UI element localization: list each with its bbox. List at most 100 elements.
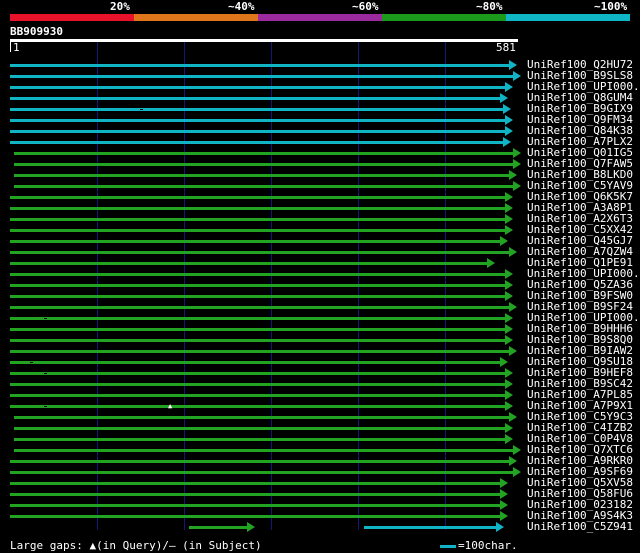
- hit-arrow-icon: [504, 423, 513, 433]
- hit-arrow-icon: [504, 115, 513, 125]
- scale-label-20: 20%: [110, 0, 130, 13]
- hit-row[interactable]: UniRef100_C5Z941: [0, 521, 640, 533]
- hit-arrow-icon: [487, 258, 496, 268]
- scale-label-80: ~80%: [476, 0, 503, 13]
- hit-alignment-bar[interactable]: [14, 427, 506, 430]
- hit-arrow-icon: [513, 181, 522, 191]
- hit-alignment-bar[interactable]: [14, 174, 511, 177]
- subject-gap-mark: [44, 406, 47, 407]
- hit-arrow-icon: [500, 236, 509, 246]
- hit-arrow-icon: [503, 104, 511, 114]
- hit-alignment-bar[interactable]: [14, 163, 515, 166]
- hit-arrow-icon: [509, 247, 518, 257]
- hit-alignment-bar[interactable]: [10, 372, 506, 375]
- hit-arrow-icon: [509, 60, 518, 70]
- hit-arrow-icon: [503, 137, 511, 147]
- hit-alignment-bar[interactable]: [10, 471, 515, 474]
- query-end-label: 581: [496, 41, 516, 54]
- hit-arrow-icon: [504, 379, 513, 389]
- hit-alignment-bar[interactable]: [10, 394, 506, 397]
- hit-alignment-bar[interactable]: [10, 350, 511, 353]
- hit-arrow-icon: [513, 71, 522, 81]
- subject-gap-mark: [140, 109, 143, 110]
- hit-arrow-icon: [513, 159, 522, 169]
- hit-arrow-icon: [513, 148, 522, 158]
- hit-arrow-icon: [500, 489, 509, 499]
- hit-alignment-bar[interactable]: [10, 515, 502, 518]
- hit-alignment-bar[interactable]: [10, 64, 511, 67]
- hit-arrow-icon: [246, 522, 255, 532]
- hit-alignment-bar[interactable]: [10, 460, 511, 463]
- scale-legend-text: =100char.: [458, 539, 518, 552]
- hit-alignment-bar[interactable]: [364, 526, 497, 529]
- hit-arrow-icon: [504, 368, 513, 378]
- hit-arrow-icon: [504, 126, 513, 136]
- hit-alignment-bar[interactable]: [14, 185, 515, 188]
- scale-label-100: ~100%: [594, 0, 628, 13]
- hit-alignment-bar[interactable]: [10, 328, 506, 331]
- hit-alignment-bar[interactable]: [10, 284, 506, 287]
- hit-alignment-bar[interactable]: [10, 482, 502, 485]
- hit-alignment-bar[interactable]: [10, 75, 515, 78]
- hit-arrow-icon: [500, 93, 509, 103]
- hit-alignment-bar[interactable]: [14, 438, 506, 441]
- hit-alignment-bar[interactable]: [10, 504, 502, 507]
- hit-alignment-bar[interactable]: [14, 152, 515, 155]
- hit-alignment-bar[interactable]: [10, 86, 506, 89]
- hit-arrow-icon: [513, 467, 522, 477]
- hit-arrow-icon: [509, 170, 518, 180]
- hit-alignment-bar[interactable]: [10, 218, 506, 221]
- hit-alignment-bar[interactable]: [10, 317, 506, 320]
- hit-alignment-bar[interactable]: [10, 119, 506, 122]
- hit-alignment-bar[interactable]: [10, 207, 506, 210]
- hit-arrow-icon: [509, 346, 518, 356]
- subject-gap-mark: [44, 318, 47, 319]
- hit-alignment-bar[interactable]: [10, 493, 502, 496]
- hit-arrow-icon: [496, 522, 504, 532]
- hit-alignment-bar[interactable]: [10, 196, 506, 199]
- hit-alignment-bar[interactable]: [10, 130, 506, 133]
- hit-alignment-bar[interactable]: [14, 416, 511, 419]
- hit-alignment-bar[interactable]: [10, 229, 506, 232]
- scale-label-40: ~40%: [228, 0, 255, 13]
- color-scale-cyan: [506, 14, 630, 21]
- hit-arrow-icon: [500, 478, 509, 488]
- hit-alignment-bar[interactable]: [10, 383, 506, 386]
- hit-alignment-bar[interactable]: [10, 108, 504, 111]
- color-scale-orange: [134, 14, 258, 21]
- hit-alignment-bar[interactable]: [10, 361, 502, 364]
- color-scale-purple: [258, 14, 382, 21]
- hit-alignment-bar[interactable]: [10, 306, 511, 309]
- hit-arrow-icon: [504, 225, 513, 235]
- hit-arrow-icon: [500, 500, 509, 510]
- subject-gap-mark: [44, 373, 47, 374]
- hit-alignment-bar[interactable]: [14, 449, 515, 452]
- hit-arrow-icon: [504, 203, 513, 213]
- hit-alignment-bar[interactable]: [10, 262, 489, 265]
- hit-arrow-icon: [504, 82, 513, 92]
- hit-alignment-bar[interactable]: [10, 295, 506, 298]
- hit-alignment-bar[interactable]: [189, 526, 248, 529]
- hit-arrow-icon: [504, 269, 513, 279]
- hit-name-link[interactable]: UniRef100_C5Z941: [527, 521, 633, 533]
- hit-alignment-bar[interactable]: [10, 405, 506, 408]
- color-scale-green: [382, 14, 506, 21]
- hit-arrow-icon: [504, 214, 513, 224]
- scale-legend-bar: [440, 545, 456, 548]
- subject-gap-mark: [30, 362, 33, 363]
- hit-arrow-icon: [509, 412, 518, 422]
- query-gap-triangle-icon: ▲: [168, 402, 173, 410]
- hit-alignment-bar[interactable]: [10, 339, 506, 342]
- gaps-legend: Large gaps: ▲(in Query)/– (in Subject): [10, 539, 262, 552]
- hit-alignment-bar[interactable]: [10, 141, 504, 144]
- hit-arrow-icon: [509, 456, 518, 466]
- hit-alignment-bar[interactable]: [10, 240, 502, 243]
- hit-arrow-icon: [504, 401, 513, 411]
- query-bar: [10, 39, 518, 42]
- hit-alignment-bar[interactable]: [10, 251, 511, 254]
- hit-alignment-bar[interactable]: [10, 97, 502, 100]
- query-title: BB909930: [10, 25, 63, 38]
- hit-arrow-icon: [504, 192, 513, 202]
- hit-alignment-bar[interactable]: [10, 273, 506, 276]
- hit-arrow-icon: [504, 280, 513, 290]
